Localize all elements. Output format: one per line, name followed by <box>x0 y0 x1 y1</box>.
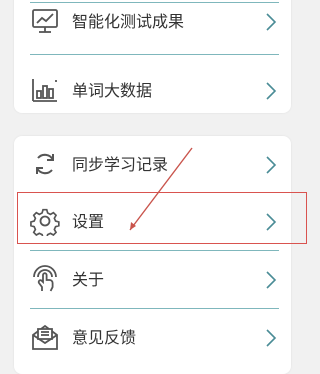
menu-item-sync-records[interactable]: 同步学习记录 <box>14 136 291 194</box>
menu-item-about[interactable]: 关于 <box>14 251 291 309</box>
chevron-right-icon <box>265 81 277 101</box>
menu-item-label: 意见反馈 <box>72 328 137 347</box>
chevron-right-icon <box>265 12 277 32</box>
menu-item-label: 同步学习记录 <box>72 155 169 174</box>
bar-chart-icon <box>30 75 60 105</box>
sync-icon <box>30 149 60 179</box>
mail-icon <box>30 322 60 352</box>
menu-item-settings[interactable]: 设置 <box>14 193 291 251</box>
menu-item-label: 设置 <box>72 212 105 231</box>
menu-item-word-big-data[interactable]: 单词大数据 <box>14 62 291 120</box>
gear-icon <box>30 206 60 236</box>
chevron-right-icon <box>265 328 277 348</box>
chevron-right-icon <box>265 270 277 290</box>
divider <box>30 54 279 55</box>
menu-item-label: 智能化测试成果 <box>72 12 185 31</box>
monitor-chart-icon <box>30 6 60 36</box>
menu-card-2: 同步学习记录 设置 关于 意见反馈 <box>14 136 291 374</box>
menu-item-label: 关于 <box>72 270 105 289</box>
chevron-right-icon <box>265 155 277 175</box>
divider <box>30 2 279 3</box>
menu-card-1: 智能化测试成果 单词大数据 <box>14 0 291 113</box>
menu-item-feedback[interactable]: 意见反馈 <box>14 309 291 367</box>
menu-item-test-results[interactable]: 智能化测试成果 <box>14 0 291 51</box>
menu-item-label: 单词大数据 <box>72 81 153 100</box>
touch-icon <box>30 264 60 294</box>
chevron-right-icon <box>265 212 277 232</box>
